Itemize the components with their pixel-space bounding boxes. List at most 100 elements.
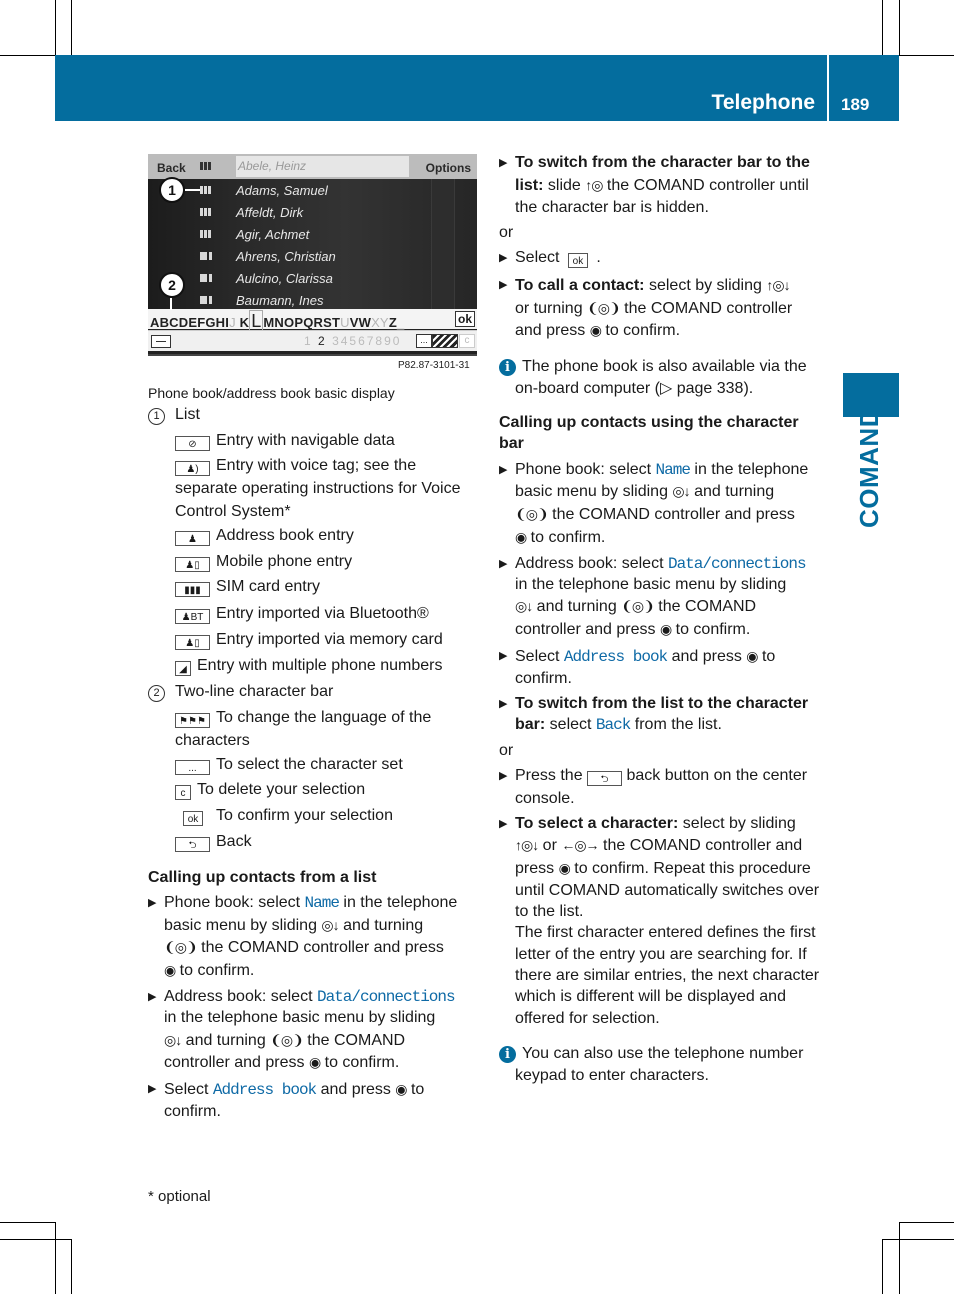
legend-text: Address book entry bbox=[216, 527, 354, 544]
step-text: ◎↓ and turning ❨◎❩ the COMAND bbox=[164, 1029, 405, 1053]
numbers: 34567890 bbox=[332, 334, 402, 348]
crop-mark bbox=[899, 1222, 954, 1223]
figure-rule bbox=[148, 354, 477, 356]
chars-unavailable: XY bbox=[371, 315, 389, 330]
crop-mark bbox=[0, 1239, 71, 1240]
page-header: Telephone 189 bbox=[55, 55, 899, 121]
bluetooth-import-icon: ♟BT bbox=[175, 609, 210, 624]
instruction-step: To select a character: select by sliding bbox=[499, 813, 796, 836]
step-text: ❨◎❩ the COMAND controller and press bbox=[515, 503, 795, 527]
menu-item-data-connections: Data/connections bbox=[316, 988, 456, 1006]
contact-row: Adams, Samuel bbox=[148, 180, 477, 202]
step-bold: To call a contact: bbox=[515, 277, 645, 294]
step-text: to confirm. bbox=[175, 962, 255, 979]
legend-text: To change the language of the bbox=[216, 709, 432, 726]
step-bold: bar: bbox=[515, 716, 546, 733]
back-icon bbox=[151, 335, 171, 348]
step-text: list: slide ↑◎ the COMAND controller unt… bbox=[515, 174, 809, 198]
callout-number-icon: 1 bbox=[148, 408, 165, 425]
step-text: ◉ to confirm. bbox=[164, 959, 254, 983]
mobile-phone-icon bbox=[200, 274, 212, 282]
step-text: Select bbox=[164, 1081, 213, 1098]
character-set-icon: ... bbox=[175, 760, 210, 775]
header-divider bbox=[827, 55, 829, 121]
legend-text: Entry imported via Bluetooth® bbox=[216, 605, 429, 622]
step-text: Select bbox=[515, 249, 564, 266]
legend-label: Two-line character bar bbox=[175, 683, 334, 700]
slide-down-icon: ◎↓ bbox=[515, 598, 533, 614]
step-text: controller and press ◉ to confirm. bbox=[515, 618, 750, 642]
step-text: ❨◎❩ the COMAND controller and press bbox=[164, 936, 444, 960]
step-text: and press bbox=[515, 322, 590, 339]
legend-text: characters bbox=[175, 732, 250, 749]
legend-text: separate operating instructions for Voic… bbox=[175, 480, 461, 497]
character-set-icon: ... bbox=[416, 334, 432, 348]
navigation-icon: ⊘ bbox=[175, 436, 210, 451]
legend-entry: ◢ Entry with multiple phone numbers bbox=[175, 655, 442, 678]
legend-text: Entry with voice tag; see the bbox=[216, 457, 417, 474]
step-text: the COMAND controller and bbox=[598, 837, 803, 854]
legend-text: To confirm your selection bbox=[216, 807, 393, 824]
legend-entry: ... To select the character set bbox=[175, 754, 403, 777]
step-text: to confirm. bbox=[600, 322, 681, 339]
press-controller-icon: ◉ bbox=[515, 529, 527, 545]
callout-1: 1 bbox=[159, 177, 185, 203]
step-text: in the telephone bbox=[338, 894, 458, 911]
step-text: or turning bbox=[515, 300, 588, 317]
crop-mark bbox=[882, 1239, 954, 1240]
step-text: the COMAND bbox=[653, 598, 757, 615]
step-text: to confirm. bbox=[320, 1054, 400, 1071]
step-text: controller and press bbox=[164, 1054, 309, 1071]
legend-text: Entry with navigable data bbox=[216, 432, 395, 449]
press-controller-icon: ◉ bbox=[395, 1081, 407, 1097]
press-controller-icon: ◉ bbox=[659, 621, 672, 637]
paragraph-line: offered for selection. bbox=[515, 1010, 660, 1027]
instruction-step: Phone book: select Name in the telephone bbox=[499, 459, 808, 482]
number-bar: 1 2 34567890 ... c bbox=[148, 330, 477, 351]
legend-text: To select the character set bbox=[216, 756, 403, 773]
section-heading: Calling up contacts using the character bbox=[499, 414, 799, 431]
figure-caption: Phone book/address book basic display bbox=[148, 385, 395, 401]
ok-icon: ok bbox=[567, 253, 588, 268]
mobile-phone-icon bbox=[200, 296, 212, 304]
step-text: ↑◎↓ or ←◎→ the COMAND controller and bbox=[515, 834, 802, 858]
press-controller-icon: ◉ bbox=[308, 1054, 321, 1070]
chars-unavailable: J bbox=[229, 315, 236, 330]
step-text: and press bbox=[316, 1081, 396, 1098]
contact-name: Aulcino, Clarissa bbox=[236, 271, 333, 286]
crop-mark bbox=[899, 0, 900, 55]
chars-available: ABCDEFGHI bbox=[150, 315, 230, 330]
step-text: or turning ❨◎❩ the COMAND controller bbox=[515, 297, 792, 321]
step-text: select bbox=[545, 716, 596, 733]
info-note: i The phone book is also available via th… bbox=[499, 356, 807, 379]
crop-mark bbox=[899, 1222, 900, 1294]
paragraph-line: there are similar entries, the next char… bbox=[515, 967, 820, 984]
delete-icon: c bbox=[459, 334, 475, 348]
step-text: and turning bbox=[532, 598, 622, 615]
instruction-step: Select Address book and press ◉ to bbox=[148, 1078, 424, 1102]
step-text: or bbox=[538, 837, 562, 854]
step-text: select by sliding bbox=[678, 815, 796, 832]
legend-entry: ♟) Entry with voice tag; see the bbox=[175, 455, 416, 478]
ok-icon: ok bbox=[183, 811, 203, 826]
step-text: and turning bbox=[689, 483, 775, 500]
delete-icon: c bbox=[175, 785, 191, 800]
slide-updown-icon: ↑◎↓ bbox=[766, 277, 790, 293]
instruction-step: Address book: select Data/connections bbox=[148, 986, 456, 1009]
current-number: 2 bbox=[318, 334, 327, 348]
chapter-label: COMAND bbox=[854, 408, 884, 528]
step-text: from the list. bbox=[630, 716, 722, 733]
chars-available: VW bbox=[349, 315, 372, 330]
step-text: in the telephone basic menu by sliding bbox=[164, 1009, 436, 1026]
step-text: basic menu by sliding ◎↓ and turning bbox=[164, 914, 423, 938]
slide-up-icon: ↑◎ bbox=[585, 177, 603, 193]
crop-mark bbox=[899, 55, 954, 56]
step-text: and turning bbox=[181, 1032, 271, 1049]
step-text: press ◉ to confirm. Repeat this procedur… bbox=[515, 857, 811, 881]
step-text: the character bar is hidden. bbox=[515, 199, 709, 216]
step-text: select by sliding bbox=[644, 277, 767, 294]
phone-book-screenshot: Back Abele, Heinz Options Adams, Samuel … bbox=[148, 154, 477, 354]
legend-entry: ▮▮▮ SIM card entry bbox=[175, 576, 320, 599]
legend-entry: c To delete your selection bbox=[175, 779, 365, 802]
legend-label: List bbox=[175, 406, 200, 423]
